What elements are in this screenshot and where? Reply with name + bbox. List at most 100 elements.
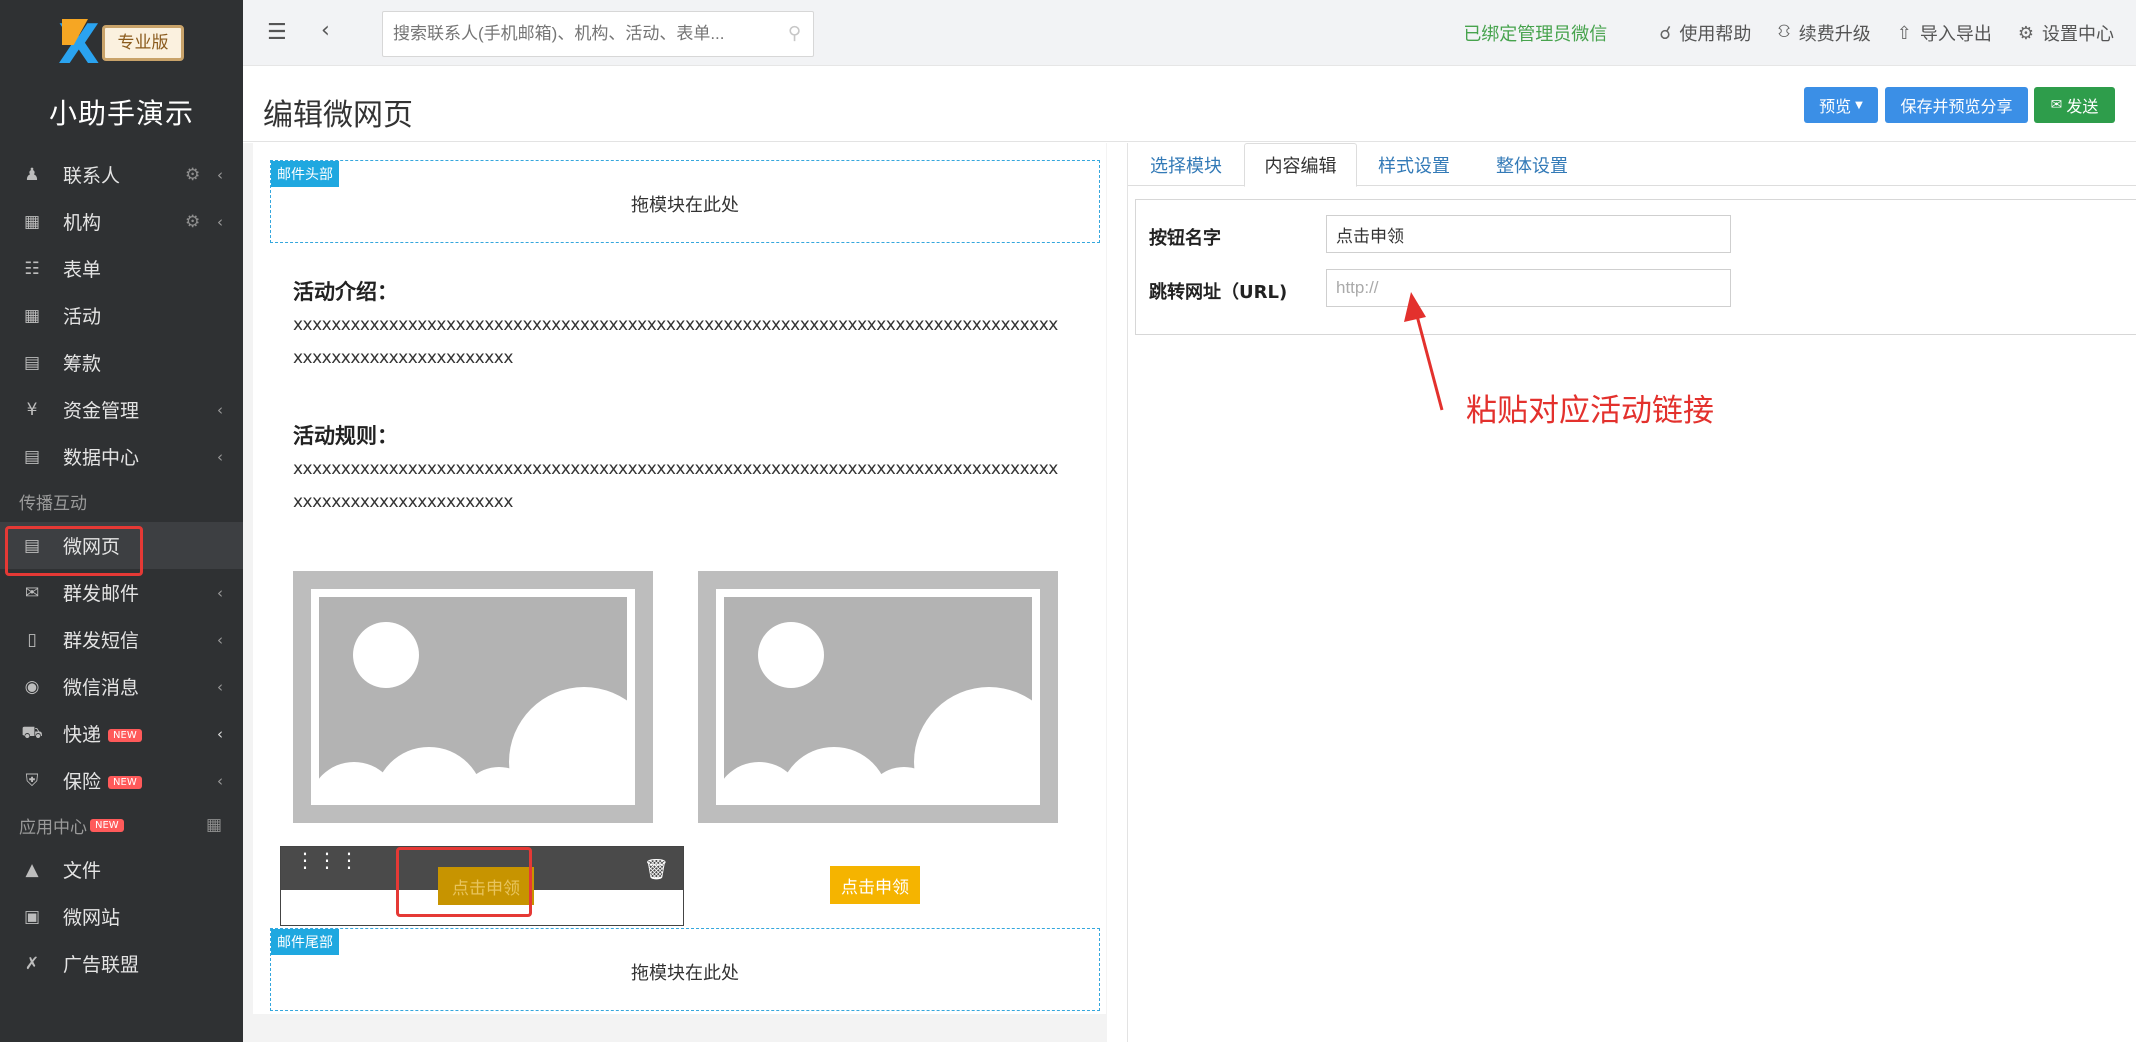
image-placeholder[interactable] <box>698 571 1058 823</box>
tab-select-module[interactable]: 选择模块 <box>1136 143 1236 187</box>
gear-icon: ⚙ <box>2017 22 2034 44</box>
top-bar: ☰ ‹ ⚲ 已绑定管理员微信 ☌使用帮助 ⛻续费升级 ⇧导入导出 ⚙设置中心 <box>243 0 2136 66</box>
property-panel: 选择模块 内容编辑 样式设置 整体设置 按钮名字 跳转网址（URL) <box>1127 143 2136 1042</box>
drag-handle-icon[interactable]: ⋮⋮⋮ <box>295 850 361 870</box>
page-title: 编辑微网页 <box>263 98 413 133</box>
sidebar-item-insurance[interactable]: ⛨ 保险 NEW ‹ <box>0 757 243 804</box>
url-label: 跳转网址（URL) <box>1149 282 1288 303</box>
menu-icon[interactable]: ☰ <box>267 20 287 45</box>
sidebar-item-events[interactable]: ▦ 活动 <box>0 292 243 339</box>
help-link[interactable]: ☌ 使用帮助 <box>1659 20 1751 46</box>
shield-icon: ⛨ <box>25 770 39 791</box>
users-icon: ♟ <box>24 164 40 185</box>
wechat-bind-status[interactable]: 已绑定管理员微信 <box>1463 20 1607 46</box>
caret-down-icon: ▼ <box>1855 99 1863 111</box>
envelope-icon: ✉ <box>2050 97 2063 113</box>
yen-icon: ¥ <box>26 399 38 420</box>
dropzone-text: 拖模块在此处 <box>631 963 739 984</box>
sidebar-item-mass-sms[interactable]: ▯ 群发短信 ‹ <box>0 616 243 663</box>
import-export-link[interactable]: ⇧ 导入导出 <box>1897 20 1992 46</box>
wechat-icon: ◉ <box>24 676 40 697</box>
header-tag: 邮件头部 <box>271 161 339 187</box>
sidebar-item-ad-alliance[interactable]: ✗ 广告联盟 <box>0 940 243 987</box>
footer-tag: 邮件尾部 <box>271 929 339 955</box>
highlight-box <box>396 847 532 917</box>
sidebar-item-fundraising[interactable]: ▤ 筹款 <box>0 339 243 386</box>
new-badge: NEW <box>108 776 142 789</box>
new-badge: NEW <box>108 729 142 742</box>
tab-global-settings[interactable]: 整体设置 <box>1482 143 1582 187</box>
sidebar-item-wechat[interactable]: ◉ 微信消息 ‹ <box>0 663 243 710</box>
intro-body: xxxxxxxxxxxxxxxxxxxxxxxxxxxxxxxxxxxxxxxx… <box>293 315 1058 368</box>
headset-icon: ☌ <box>1659 22 1672 44</box>
editor-canvas-area: 邮件头部 拖模块在此处 活动介绍： xxxxxxxxxxxxxxxxxxxxxx… <box>243 143 1107 1042</box>
dropzone-text: 拖模块在此处 <box>631 195 739 216</box>
rules-body: xxxxxxxxxxxxxxxxxxxxxxxxxxxxxxxxxxxxxxxx… <box>293 459 1058 512</box>
tab-content-edit[interactable]: 内容编辑 <box>1244 143 1357 187</box>
search-input[interactable] <box>383 12 763 56</box>
cta-button-right[interactable]: 点击申领 <box>830 866 920 904</box>
sidebar-item-forms[interactable]: ☷ 表单 <box>0 245 243 292</box>
send-button[interactable]: ✉ 发送 <box>2034 87 2115 123</box>
ad-icon: ✗ <box>24 953 40 974</box>
intro-title: 活动介绍： <box>293 280 398 304</box>
rules-title: 活动规则： <box>293 424 398 448</box>
truck-icon: ⛟ <box>21 722 43 743</box>
search-box: ⚲ <box>382 11 814 57</box>
gear-icon[interactable]: ⚙ <box>185 165 200 185</box>
image-placeholder[interactable] <box>293 571 653 823</box>
chevron-left-icon: ‹ <box>217 400 223 419</box>
sidebar-item-orgs[interactable]: ▦ 机构 ⚙ ‹ <box>0 198 243 245</box>
sidebar-item-finance[interactable]: ¥ 资金管理 ‹ <box>0 386 243 433</box>
upload-icon: ⇧ <box>1896 22 1912 44</box>
section-title: 传播互动 <box>19 493 87 514</box>
sidebar: X 专业版 小助手演示 ♟ 联系人 ⚙ ‹ ▦ 机构 ⚙ ‹ ☷ 表单 ▦ 活动… <box>0 0 243 1042</box>
chevron-left-icon: ‹ <box>217 771 223 790</box>
sidebar-item-microsite[interactable]: ▣ 微网站 <box>0 893 243 940</box>
grid-icon[interactable]: ▦ <box>206 815 222 835</box>
envelope-icon: ✉ <box>24 582 40 603</box>
database-icon: ▤ <box>23 446 41 467</box>
trash-icon[interactable]: 🗑 <box>644 857 669 881</box>
annotation-text: 粘贴对应活动链接 <box>1466 393 1714 429</box>
logo[interactable]: X 专业版 <box>58 17 184 72</box>
cart-icon: ⛻ <box>1777 21 1791 42</box>
content-form: 按钮名字 跳转网址（URL) <box>1135 199 2136 335</box>
title-bar: 编辑微网页 预览 ▼ 保存并预览分享 ✉ 发送 <box>243 66 2136 142</box>
search-icon[interactable]: ⚲ <box>788 23 801 44</box>
chevron-left-icon: ‹ <box>217 677 223 696</box>
settings-link[interactable]: ⚙ 设置中心 <box>2018 20 2114 46</box>
highlight-box <box>5 526 143 576</box>
chevron-left-icon: ‹ <box>217 212 223 231</box>
chevron-left-icon: ‹ <box>217 724 223 743</box>
button-name-field[interactable] <box>1326 215 1731 253</box>
money-icon: ▤ <box>23 352 41 373</box>
sidebar-item-express[interactable]: ⛟ 快递 NEW ‹ <box>0 710 243 757</box>
clipboard-icon: ☷ <box>24 258 40 279</box>
brand-name: 小助手演示 <box>48 97 194 130</box>
section-app-center[interactable]: 应用中心 NEW ▦ <box>0 804 243 846</box>
sidebar-item-data-center[interactable]: ▤ 数据中心 ‹ <box>0 433 243 480</box>
gear-icon[interactable]: ⚙ <box>185 212 200 232</box>
chevron-left-icon[interactable]: ‹ <box>321 18 330 43</box>
button-name-label: 按钮名字 <box>1149 228 1221 249</box>
header-dropzone[interactable]: 邮件头部 拖模块在此处 <box>270 160 1100 243</box>
new-badge: NEW <box>90 818 124 832</box>
panel-tabs: 选择模块 内容编辑 样式设置 整体设置 <box>1128 143 2136 187</box>
site-icon: ▣ <box>23 906 41 927</box>
url-field[interactable] <box>1326 269 1731 307</box>
preview-button[interactable]: 预览 ▼ <box>1804 87 1878 123</box>
tab-style-settings[interactable]: 样式设置 <box>1364 143 1464 187</box>
sidebar-item-contacts[interactable]: ♟ 联系人 ⚙ ‹ <box>0 151 243 198</box>
upgrade-link[interactable]: ⛻ 续费升级 <box>1777 20 1870 46</box>
sidebar-item-mass-email[interactable]: ✉ 群发邮件 ‹ <box>0 569 243 616</box>
pro-badge: 专业版 <box>102 25 184 61</box>
chevron-left-icon: ‹ <box>217 583 223 602</box>
chevron-left-icon: ‹ <box>217 165 223 184</box>
folder-icon: ▲ <box>25 859 39 880</box>
calendar-icon: ▦ <box>23 305 41 326</box>
email-canvas: 邮件头部 拖模块在此处 活动介绍： xxxxxxxxxxxxxxxxxxxxxx… <box>253 143 1106 1014</box>
sidebar-item-files[interactable]: ▲ 文件 <box>0 846 243 893</box>
save-preview-share-button[interactable]: 保存并预览分享 <box>1885 87 2028 123</box>
footer-dropzone[interactable]: 邮件尾部 拖模块在此处 <box>270 928 1100 1011</box>
